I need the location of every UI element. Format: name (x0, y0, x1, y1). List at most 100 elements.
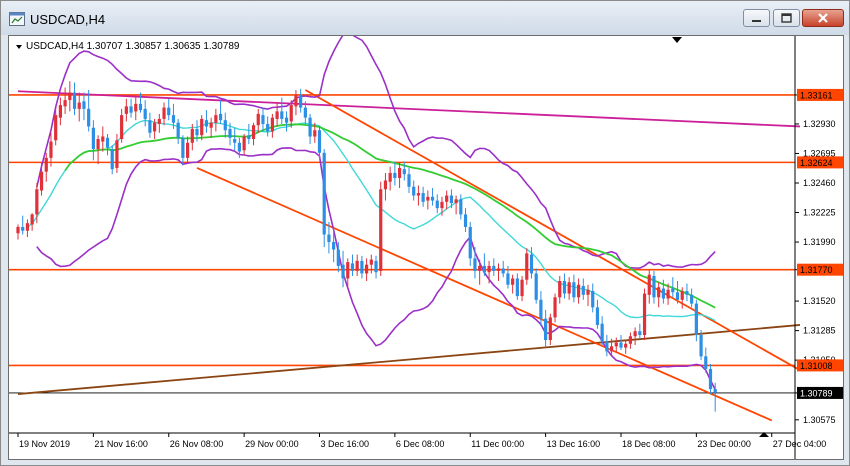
candle-body (138, 103, 143, 111)
candle-body (708, 368, 713, 390)
candle-body (63, 100, 67, 107)
candle-body (332, 242, 336, 250)
candle-body (96, 139, 100, 150)
candle-body (416, 193, 421, 196)
candle-body (35, 189, 39, 215)
candle-body (171, 115, 176, 123)
candle-body (87, 108, 91, 127)
candle-body (407, 174, 411, 187)
candle-body (256, 113, 260, 126)
candle-body (134, 103, 138, 112)
price-chart[interactable]: 1.331611.329301.326951.324601.322251.319… (9, 32, 843, 459)
candle-body (266, 123, 270, 132)
candle-body (25, 223, 30, 231)
candle-body (143, 108, 147, 119)
candle-body (657, 287, 661, 298)
time-tick-label: 18 Dec 08:00 (622, 439, 676, 449)
candle-body (567, 282, 571, 294)
candle-body (430, 196, 435, 201)
candle-body (397, 167, 402, 178)
candle-body (167, 107, 171, 116)
candle-body (120, 115, 124, 140)
candle-body (39, 171, 44, 191)
candle-body (284, 117, 289, 123)
candle-body (30, 214, 34, 225)
candle-body (124, 106, 128, 114)
maximize-button[interactable] (773, 9, 800, 27)
candle-body (642, 293, 647, 336)
bollinger-upper-band (36, 32, 716, 269)
candle-body (195, 128, 199, 136)
candle-body (473, 258, 477, 271)
window-titlebar[interactable]: USDCAD,H4 (1, 1, 849, 35)
candle-body (562, 280, 567, 294)
candle-body (247, 135, 251, 140)
candle-body (369, 259, 373, 265)
candle-body (440, 201, 444, 209)
moving-average-fast (27, 119, 716, 322)
candle-body (303, 107, 307, 118)
candle-body (16, 226, 20, 234)
candle-body (694, 303, 698, 336)
candle-body (628, 336, 633, 344)
candle-body (544, 318, 548, 341)
candle-body (520, 279, 524, 297)
candle-body (572, 282, 576, 298)
candle-body (426, 196, 430, 201)
candle-body (454, 199, 458, 204)
price-tick-label: 1.32930 (803, 119, 836, 129)
candle-body (49, 141, 53, 158)
candle-body (153, 122, 157, 132)
candle-body (666, 289, 670, 299)
candle-body (341, 264, 345, 279)
candle-body (402, 169, 406, 175)
candle-body (496, 268, 501, 271)
candle-body (214, 115, 218, 123)
minimize-icon (752, 20, 761, 22)
candle-body (421, 193, 425, 202)
trend-line-brown-support[interactable] (17, 324, 801, 395)
candle-body (586, 289, 590, 295)
minimize-button[interactable] (743, 9, 770, 27)
time-tick-label: 6 Dec 08:00 (396, 439, 445, 449)
candle-body (515, 278, 519, 297)
candle-body (336, 249, 340, 266)
candle-body (233, 139, 237, 143)
candle-body (478, 265, 482, 271)
candle-body (237, 142, 242, 152)
candle-body (82, 101, 86, 109)
candle-body (685, 291, 689, 295)
candle-body (346, 262, 350, 279)
candle-body (355, 260, 359, 271)
candle-body (383, 180, 388, 190)
maximize-icon (781, 13, 792, 23)
candle-body (501, 268, 505, 274)
candle-body (534, 273, 538, 300)
candle-body (680, 291, 684, 300)
chart-window-icon (9, 12, 25, 26)
candle-body (218, 113, 223, 121)
candle-body (148, 120, 152, 133)
chart-shift-marker-icon[interactable] (672, 37, 682, 43)
candle-body (58, 105, 62, 118)
candle-body (204, 120, 209, 127)
candle-body (289, 105, 293, 122)
candle-body (308, 117, 312, 137)
chart-area[interactable]: 1.331611.329301.326951.324601.322251.319… (8, 32, 844, 460)
candle-body (529, 254, 534, 274)
price-level-label: 1.31770 (800, 265, 833, 275)
candle-body (388, 172, 392, 182)
close-button[interactable] (802, 9, 844, 27)
candle-body (317, 130, 322, 153)
close-icon (818, 13, 828, 23)
candle-body (190, 128, 194, 143)
candle-body (223, 120, 227, 131)
candle-body (553, 297, 557, 318)
candle-body (270, 117, 274, 132)
candle-body (595, 307, 600, 325)
candle-body (105, 137, 110, 148)
header-dropdown-icon[interactable] (16, 45, 22, 49)
candle-body (129, 106, 133, 113)
time-tick-label: 21 Nov 16:00 (94, 439, 148, 449)
time-tick-label: 29 Nov 00:00 (245, 439, 299, 449)
